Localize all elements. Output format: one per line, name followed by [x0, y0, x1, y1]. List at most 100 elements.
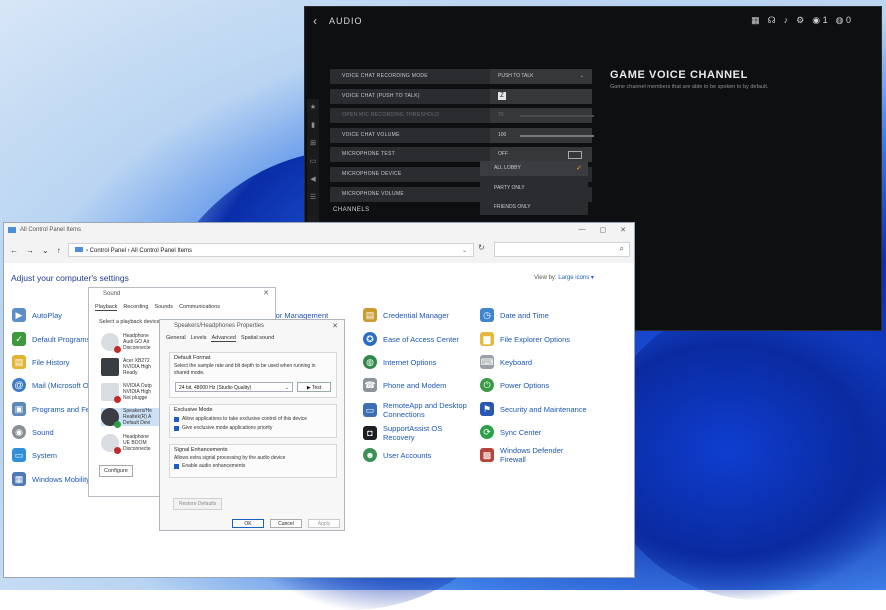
- dropdown-option[interactable]: ALL LOBBY ✓: [480, 161, 588, 176]
- up-arrow-icon[interactable]: ↑: [57, 246, 61, 255]
- cp-item-system[interactable]: ▭ System: [12, 447, 57, 463]
- enhancements-checkbox[interactable]: Enable audio enhancements: [170, 462, 336, 471]
- maximize-icon[interactable]: ▢: [600, 226, 607, 234]
- dropdown-option[interactable]: PARTY ONLY: [480, 180, 588, 196]
- cp-item-sync-center[interactable]: ⟳ Sync Center: [480, 424, 541, 440]
- window-titlebar: All Control Panel Items — ▢ ✕: [4, 223, 634, 237]
- headset-icon[interactable]: ☊: [768, 15, 776, 26]
- account-icon[interactable]: ☰: [307, 193, 319, 207]
- exclusive-priority-checkbox[interactable]: Give exclusive mode applications priorit…: [170, 424, 336, 433]
- party-count[interactable]: ◉ 1: [812, 15, 827, 26]
- close-icon[interactable]: ✕: [332, 320, 338, 333]
- cp-item-label: File Explorer Options: [500, 334, 571, 344]
- setting-row[interactable]: VOICE CHAT (PUSH TO TALK) Z: [330, 88, 592, 104]
- cp-item-credential-manager[interactable]: ▤ Credential Manager: [363, 307, 449, 323]
- tab-sounds[interactable]: Sounds: [154, 304, 173, 311]
- search-icon: ⌕: [619, 244, 624, 253]
- tab-playback[interactable]: Playback: [95, 304, 118, 311]
- device-icon[interactable]: ▮: [307, 121, 319, 135]
- cp-item-mail[interactable]: @ Mail (Microsoft O: [12, 377, 89, 393]
- tab-levels[interactable]: Levels: [191, 335, 207, 342]
- exclusive-control-checkbox[interactable]: Allow applications to take exclusive con…: [170, 415, 336, 424]
- close-icon[interactable]: ✕: [263, 288, 269, 300]
- configure-button[interactable]: Configure: [99, 465, 133, 477]
- cp-item-programs-features[interactable]: ▣ Programs and Fea: [12, 401, 94, 417]
- game-side-rail: ★ ▮ ⊞ ▭ ◀ ☰: [307, 99, 319, 229]
- cp-item-date-time[interactable]: ◷ Date and Time: [480, 307, 549, 323]
- dialog-title: Sound: [103, 291, 121, 297]
- tab-advanced[interactable]: Advanced: [211, 335, 236, 342]
- display-icon[interactable]: ▭: [307, 157, 319, 171]
- speaker-icon[interactable]: ◀: [307, 175, 319, 189]
- playback-device[interactable]: NVIDIA Outp NVIDIA High Not plugge: [101, 383, 161, 403]
- tab-recording[interactable]: Recording: [123, 304, 148, 311]
- toggle-switch[interactable]: [568, 151, 582, 160]
- cp-item-sound[interactable]: ◉ Sound: [12, 424, 54, 440]
- cp-item-phone-modem[interactable]: ☎ Phone and Modem: [363, 377, 446, 393]
- search-input[interactable]: ⌕: [494, 242, 630, 257]
- tab-communications[interactable]: Communications: [179, 304, 220, 311]
- cp-item-security-maintenance[interactable]: ⚑ Security and Maintenance: [480, 401, 587, 417]
- dropdown-option[interactable]: FRIENDS ONLY: [480, 200, 588, 216]
- cancel-button[interactable]: Cancel: [270, 519, 302, 528]
- close-icon[interactable]: ✕: [620, 226, 626, 234]
- group-title: Signal Enhancements: [174, 447, 228, 453]
- setting-row[interactable]: VOICE CHAT RECORDING MODE PUSH TO TALK ⌄: [330, 69, 592, 84]
- gear-icon[interactable]: ⚙: [796, 15, 804, 26]
- forward-arrow-icon[interactable]: →: [26, 246, 34, 255]
- friends-count[interactable]: ◍ 0: [836, 15, 851, 26]
- cp-item-keyboard[interactable]: ⌨ Keyboard: [480, 354, 532, 370]
- cp-item-remoteapp[interactable]: ▭ RemoteApp and Desktop Connections: [363, 399, 493, 421]
- playback-device[interactable]: Headphone UE BOOM Disconnecte: [101, 434, 161, 454]
- cp-item-supportassist[interactable]: ◘ SupportAssist OS Recovery: [363, 422, 473, 444]
- address-bar[interactable]: › Control Panel › All Control Panel Item…: [68, 243, 474, 257]
- cp-item-file-explorer-options[interactable]: ▆ File Explorer Options: [480, 331, 570, 347]
- cp-item-label: User Accounts: [383, 450, 432, 460]
- slider-track[interactable]: [520, 134, 594, 137]
- chevron-down-icon[interactable]: ⌄: [462, 244, 467, 258]
- checkbox-checked: [174, 464, 179, 469]
- playback-device[interactable]: Headphone Audi GO Air Disconnecte: [101, 333, 161, 353]
- cp-item-file-history[interactable]: ▤ File History: [12, 354, 70, 370]
- back-icon[interactable]: ‹: [313, 14, 317, 28]
- restore-defaults-button[interactable]: Restore Defaults: [173, 498, 223, 510]
- setting-row[interactable]: VOICE CHAT VOLUME 100: [330, 127, 594, 143]
- address-path: › Control Panel › All Control Panel Item…: [86, 248, 193, 254]
- controller-icon[interactable]: ⊞: [307, 139, 319, 153]
- grid-icon[interactable]: ▦: [751, 15, 760, 26]
- back-arrow-icon[interactable]: ←: [10, 246, 18, 255]
- format-select-value: 24 bit, 48000 Hz (Studio Quality): [179, 385, 252, 391]
- tab-spatial-sound[interactable]: Spatial sound: [241, 335, 274, 342]
- setting-row: OPEN MIC RECORDING THRESHOLD 70: [330, 108, 594, 124]
- view-by-dropdown[interactable]: Large icons ▾: [558, 275, 594, 281]
- star-icon[interactable]: ★: [307, 103, 319, 117]
- format-select[interactable]: 24 bit, 48000 Hz (Studio Quality) ⌄: [175, 382, 293, 392]
- playback-device-selected[interactable]: Speakers/He Realtek(R) A Default Devi: [101, 408, 161, 428]
- cp-item-user-accounts[interactable]: ☻ User Accounts: [363, 447, 431, 463]
- ok-button[interactable]: OK: [232, 519, 264, 528]
- minimize-icon[interactable]: —: [579, 226, 586, 234]
- computer-icon: ▭: [12, 448, 26, 462]
- cp-item-defender-firewall[interactable]: ▩ Windows Defender Firewall: [480, 444, 590, 466]
- channel-dropdown[interactable]: ALL LOBBY ✓ PARTY ONLY FRIENDS ONLY: [480, 161, 588, 220]
- setting-value[interactable]: 100: [490, 127, 594, 143]
- chevron-down-icon[interactable]: ⌄: [42, 246, 49, 255]
- setting-value[interactable]: PUSH TO TALK ⌄: [490, 69, 592, 84]
- autoplay-icon: ▶: [12, 308, 26, 322]
- window-title: All Control Panel Items: [20, 227, 82, 233]
- cp-item-autoplay[interactable]: ▶ AutoPlay: [12, 307, 62, 323]
- cp-item-windows-mobility[interactable]: ▦ Windows Mobility: [12, 471, 90, 487]
- nav-buttons: ← → ⌄ ↑: [4, 246, 61, 255]
- cp-item-power-options[interactable]: ⏻ Power Options: [480, 377, 549, 393]
- refresh-icon[interactable]: ↻: [478, 243, 485, 252]
- cp-item-internet-options[interactable]: ◍ Internet Options: [363, 354, 436, 370]
- tab-general[interactable]: General: [166, 335, 186, 342]
- setting-value[interactable]: Z: [490, 88, 592, 104]
- playback-device[interactable]: Acer XB272 NVIDIA High Ready: [101, 358, 161, 376]
- test-button[interactable]: ▶ Test: [297, 382, 331, 392]
- apply-button[interactable]: Apply: [308, 519, 340, 528]
- cp-item-ease-of-access[interactable]: ✪ Ease of Access Center: [363, 331, 459, 347]
- key-icon: Z: [498, 91, 506, 100]
- bell-icon[interactable]: ♪: [784, 15, 789, 26]
- cp-item-default-programs[interactable]: ✓ Default Programs: [12, 331, 90, 347]
